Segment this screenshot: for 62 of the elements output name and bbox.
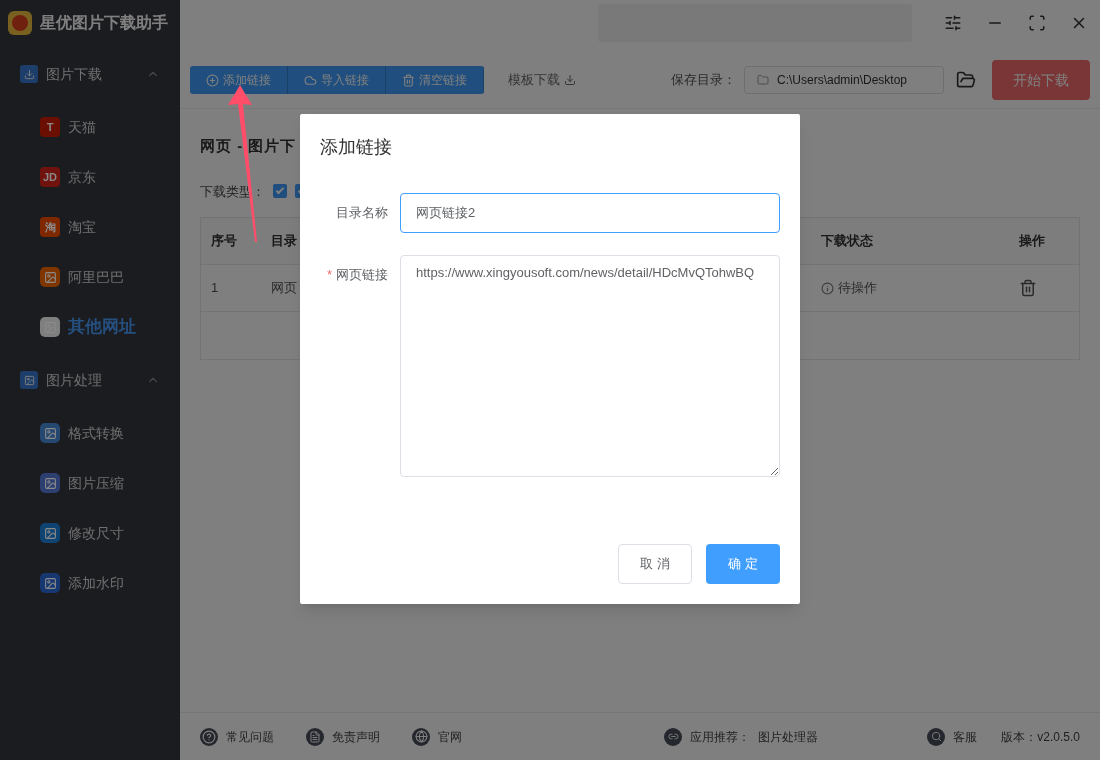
version-text: 版本：v2.0.5.0 <box>1001 728 1080 746</box>
sidebar-group-header[interactable]: 图片下载 <box>0 46 180 102</box>
sidebar-item[interactable]: 其他网址 <box>0 302 180 352</box>
info-icon <box>821 281 834 295</box>
download-icon <box>564 74 576 86</box>
start-download-button[interactable]: 开始下载 <box>992 60 1090 100</box>
maximize-icon[interactable] <box>1028 14 1046 32</box>
document-icon <box>309 730 321 743</box>
cancel-button[interactable]: 取 消 <box>618 544 692 584</box>
folder-icon <box>757 74 769 86</box>
service-link[interactable]: 客服 <box>927 727 978 746</box>
help-icon <box>202 729 216 744</box>
column-header: 下载状态 <box>820 232 874 251</box>
plus-icon <box>206 73 219 87</box>
folder-icon[interactable] <box>956 70 976 90</box>
table-cell-text: 网页 <box>270 279 298 298</box>
store-icon: T <box>40 117 60 137</box>
toolbar-button[interactable]: 导入链接 <box>288 66 386 94</box>
column-header: 目录 <box>270 232 298 251</box>
toolbar-button[interactable]: 添加链接 <box>190 66 288 94</box>
dialog-title: 添加链接 <box>320 136 393 159</box>
toolbar-button[interactable]: 清空链接 <box>386 66 484 94</box>
save-dir-label: 保存目录： <box>671 71 736 90</box>
sidebar-group-header[interactable]: 图片处理 <box>0 352 180 408</box>
store-icon: 淘 <box>40 217 60 237</box>
footer-link[interactable]: 免责声明 <box>306 727 380 746</box>
field-label: * 网页链接 <box>325 266 389 284</box>
recommend-label: 应用推荐： <box>690 728 750 746</box>
sidebar-item[interactable]: 添加水印 <box>0 558 180 608</box>
app-logo-icon <box>8 11 32 35</box>
footer-link[interactable]: 常见问题 <box>200 727 274 746</box>
url-textarea[interactable]: https://www.xingyousoft.com/news/detail/HDcMvQTohwBQ <box>400 255 780 477</box>
footer-link[interactable]: 官网 <box>412 727 462 746</box>
table-cell-text: 1 <box>210 279 220 298</box>
sidebar-item[interactable]: 修改尺寸 <box>0 508 180 558</box>
recommend-link[interactable]: 图片处理器 <box>758 727 818 746</box>
sidebar-item[interactable]: JD 京东 <box>0 152 180 202</box>
directory-name-input[interactable]: 网页链接2 <box>400 193 780 233</box>
confirm-button[interactable]: 确 定 <box>706 544 780 584</box>
sidebar-item[interactable]: 格式转换 <box>0 408 180 458</box>
sidebar-item[interactable]: 图片压缩 <box>0 458 180 508</box>
delete-icon[interactable] <box>1019 279 1037 297</box>
search-icon <box>930 731 942 742</box>
column-header: 操作 <box>1018 232 1046 251</box>
settings-icon[interactable] <box>944 14 962 32</box>
cloud-icon <box>304 73 317 87</box>
sidebar-item[interactable]: 阿里巴巴 <box>0 252 180 302</box>
app-title: 星优图片下载助手 <box>40 13 168 33</box>
trash-icon <box>402 73 415 87</box>
sidebar-item[interactable]: T 天猫 <box>0 102 180 152</box>
section-title: 网页 - 图片下 <box>200 136 297 156</box>
globe-icon <box>414 730 428 743</box>
field-label: 目录名称 <box>335 204 389 222</box>
template-download-link[interactable]: 模板下载 <box>508 70 576 90</box>
status-cell: 待操作 <box>811 278 1009 298</box>
image-download-icon <box>20 65 38 83</box>
save-dir-field[interactable]: C:\Users\admin\Desktop <box>744 66 944 94</box>
column-header: 序号 <box>210 232 238 251</box>
sidebar-item[interactable]: 淘 淘宝 <box>0 202 180 252</box>
checkbox[interactable] <box>273 184 287 199</box>
link-icon <box>664 727 682 746</box>
store-icon: JD <box>40 167 60 187</box>
